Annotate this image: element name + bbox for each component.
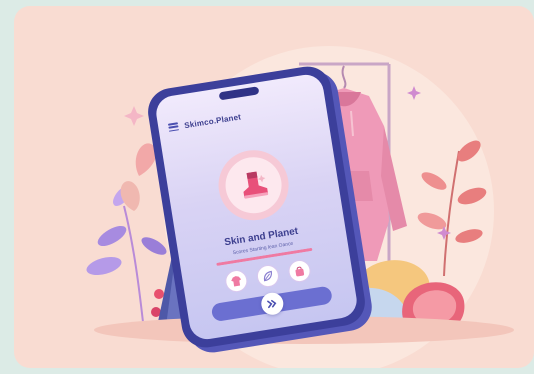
phone-screen: Skimco.Planet Skin and Planet Scores Sta…	[153, 72, 360, 342]
jacket-icon	[230, 276, 241, 287]
double-chevron-icon	[266, 300, 276, 309]
illustration-card: Skimco.Planet Skin and Planet Scores Sta…	[14, 6, 534, 368]
leaf-shortcut-button[interactable]	[254, 263, 281, 289]
action-button[interactable]	[259, 291, 285, 317]
jacket-shortcut-button[interactable]	[223, 268, 249, 294]
app-bar: Skimco.Planet	[167, 96, 317, 137]
bag-icon	[295, 266, 304, 277]
leaf-icon	[263, 270, 272, 282]
bag-shortcut-button[interactable]	[286, 258, 312, 284]
menu-icon[interactable]	[167, 122, 180, 132]
product-badge[interactable]	[213, 145, 294, 226]
phone-notch	[218, 86, 259, 101]
boot-icon	[242, 171, 268, 199]
app-title: Skimco.Planet	[183, 111, 242, 130]
